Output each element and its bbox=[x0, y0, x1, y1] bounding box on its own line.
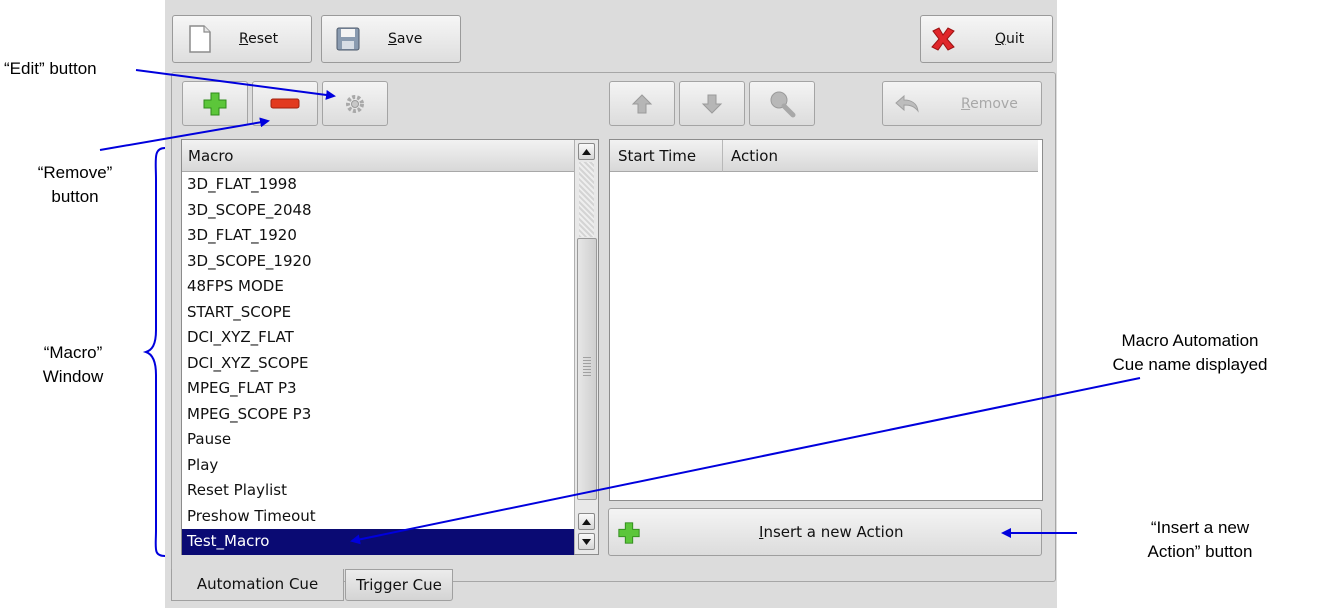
cue-name-pointer-line bbox=[350, 377, 1141, 545]
edit-pointer-line bbox=[135, 69, 336, 100]
remove-pointer-line bbox=[99, 117, 270, 151]
macro-window-brace bbox=[142, 147, 166, 557]
annotation-lines bbox=[99, 69, 1141, 557]
